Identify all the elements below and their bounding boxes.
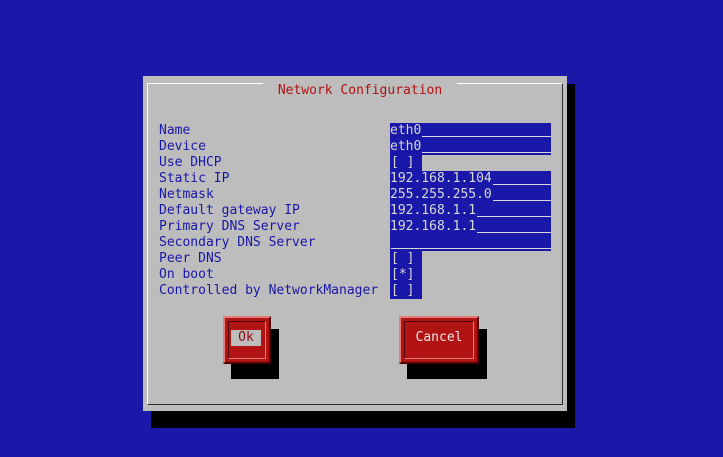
primary-dns-field[interactable]: 192.168.1.1 <box>390 219 551 235</box>
screen: { "dialog": { "title": "Network Configur… <box>0 0 723 457</box>
name-field[interactable]: eth0 <box>390 123 551 139</box>
label-on-boot: On boot <box>159 267 214 282</box>
default-gateway-field[interactable]: 192.168.1.1 <box>390 203 551 219</box>
label-static-ip: Static IP <box>159 171 230 186</box>
label-primary-dns: Primary DNS Server <box>159 219 300 234</box>
cancel-button[interactable]: Cancel <box>399 316 479 364</box>
secondary-dns-field[interactable] <box>390 235 551 251</box>
static-ip-field[interactable]: 192.168.1.104 <box>390 171 551 187</box>
static-ip-field-value: 192.168.1.104 <box>390 171 493 186</box>
secondary-dns-field-value <box>390 235 391 250</box>
on-boot-checkbox[interactable]: [*] <box>390 267 422 283</box>
network-configuration-dialog: Network Configuration Name Device Use DH… <box>143 76 567 411</box>
label-controlled-by-networkmanager: Controlled by NetworkManager <box>159 283 379 298</box>
name-field-value: eth0 <box>390 123 423 138</box>
primary-dns-field-value: 192.168.1.1 <box>390 219 478 234</box>
label-name: Name <box>159 123 191 138</box>
ok-button[interactable]: Ok <box>223 316 271 364</box>
ok-button-label: Ok <box>231 330 261 346</box>
peer-dns-checkbox[interactable]: [ ] <box>390 251 422 267</box>
cancel-button-label: Cancel <box>415 330 463 345</box>
device-field[interactable]: eth0 <box>390 139 551 155</box>
use-dhcp-checkbox[interactable]: [ ] <box>390 155 422 171</box>
label-peer-dns: Peer DNS <box>159 251 222 266</box>
label-use-dhcp: Use DHCP <box>159 155 222 170</box>
dialog-title: Network Configuration <box>263 83 457 99</box>
controlled-by-networkmanager-checkbox[interactable]: [ ] <box>390 283 422 299</box>
default-gateway-field-value: 192.168.1.1 <box>390 203 478 218</box>
device-field-value: eth0 <box>390 139 423 154</box>
netmask-field-value: 255.255.255.0 <box>390 187 493 202</box>
label-device: Device <box>159 139 206 154</box>
label-default-gateway: Default gateway IP <box>159 203 300 218</box>
netmask-field[interactable]: 255.255.255.0 <box>390 187 551 203</box>
label-netmask: Netmask <box>159 187 214 202</box>
label-secondary-dns: Secondary DNS Server <box>159 235 316 250</box>
